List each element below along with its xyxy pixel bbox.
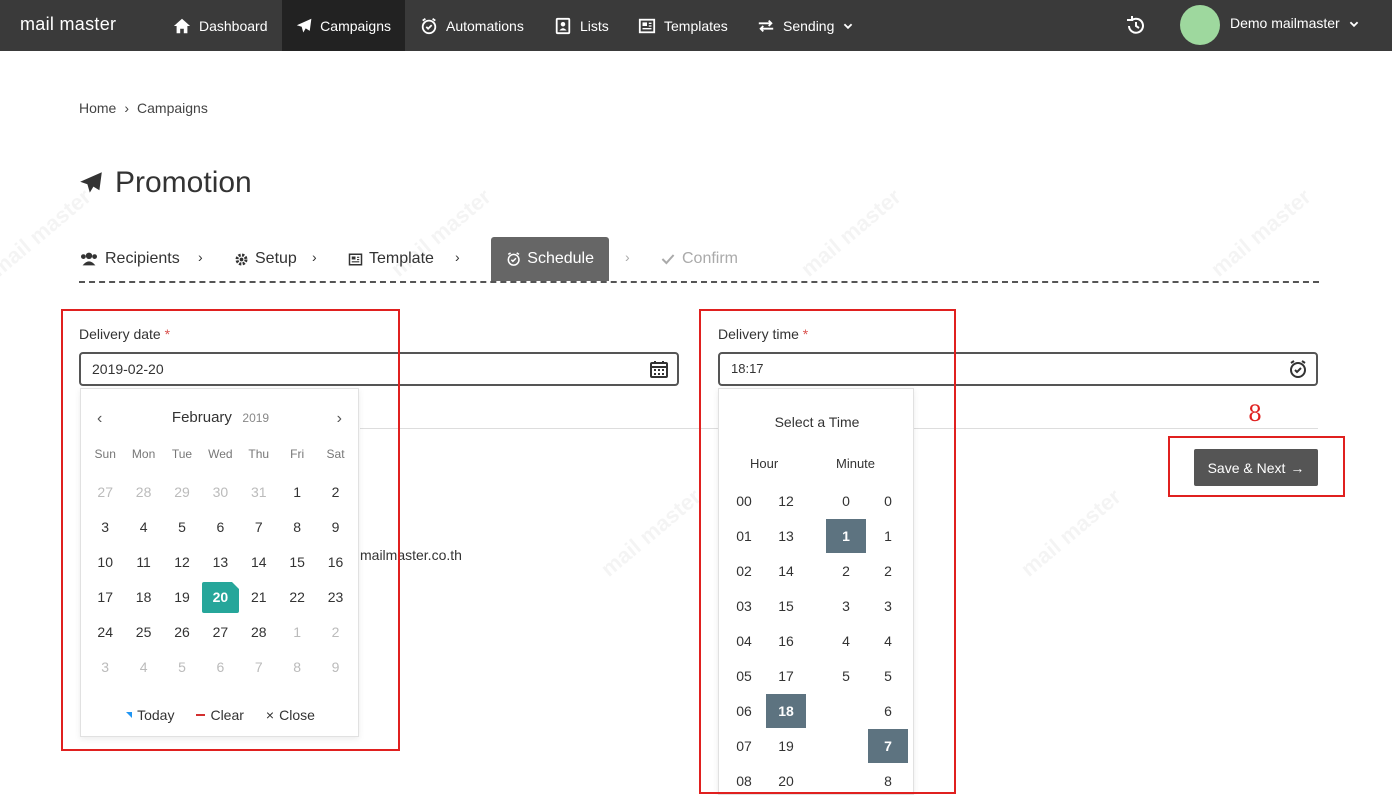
exchange-icon [758,19,774,32]
nav-label: Sending [783,17,835,34]
step-label: Recipients [105,250,180,267]
nav-lists[interactable]: Lists [540,0,623,51]
page-title: Promotion [79,166,252,200]
nav-label: Lists [580,17,609,34]
avatar[interactable] [1180,5,1220,45]
highlight-box-save [1168,436,1345,497]
step-label: Setup [255,250,297,267]
step-chevron: › [455,249,460,265]
nav-automations[interactable]: Automations [406,0,538,51]
step-confirm: Confirm [660,237,738,281]
page-title-text: Promotion [115,166,252,199]
address-book-icon [555,17,571,34]
step-template[interactable]: Template [348,237,434,281]
nav-label: Dashboard [199,17,268,34]
highlight-box-date [61,309,400,751]
step-chevron: › [625,249,630,265]
step-recipients[interactable]: Recipients [79,237,180,281]
nav-sending[interactable]: Sending [743,0,868,51]
calendar-icon[interactable] [649,359,669,379]
alarm-clock-icon[interactable] [1288,359,1308,379]
newspaper-icon [348,253,363,265]
newspaper-icon [638,18,656,33]
gear-icon [235,253,248,265]
step-label: Template [369,250,434,267]
step-chevron: › [198,249,203,265]
user-name[interactable]: Demo mailmaster [1230,15,1340,31]
history-icon[interactable] [1124,14,1148,38]
step-setup[interactable]: Setup [234,237,297,281]
highlight-box-time [699,309,956,794]
step-chevron: › [312,249,317,265]
annotation-number: 8 [1248,402,1262,427]
nav-templates[interactable]: Templates [624,0,742,51]
nav-campaigns[interactable]: Campaigns [282,0,405,51]
paper-plane-icon [80,172,102,193]
step-label: Schedule [527,250,594,267]
step-label: Confirm [682,250,739,267]
app-logo[interactable]: mail master [20,14,116,35]
users-icon [81,252,97,266]
paper-plane-icon [296,18,312,32]
home-icon [173,18,191,33]
check-icon [661,254,675,265]
watermark-text: mail master [1016,484,1126,583]
step-schedule[interactable]: Schedule [491,237,609,281]
top-navbar: mail master Dashboard Campaigns Automati… [0,0,1392,51]
breadcrumb-current[interactable]: Campaigns [137,100,208,116]
breadcrumb-separator: › [124,100,130,116]
breadcrumb: Home › Campaigns [79,100,208,116]
wizard-steps: Recipients › Setup › Template › Schedule… [79,237,1319,283]
breadcrumb-home[interactable]: Home [79,100,116,116]
nav-label: Templates [664,17,728,34]
chevron-down-icon[interactable] [1348,18,1360,30]
watermark-text: mail master [596,484,706,583]
chevron-down-icon [844,23,853,29]
nav-label: Automations [446,17,524,34]
nav-dashboard[interactable]: Dashboard [159,0,282,51]
alarm-clock-icon [421,17,437,34]
alarm-clock-icon [507,252,520,266]
nav-label: Campaigns [320,17,391,34]
